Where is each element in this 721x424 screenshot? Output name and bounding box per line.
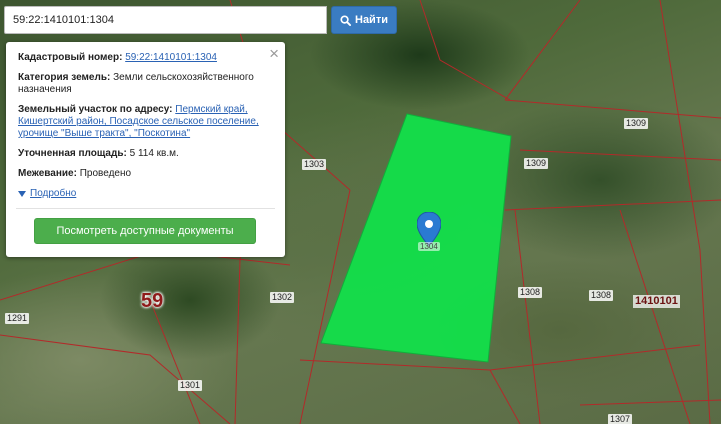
- boundary-line: [299, 359, 521, 424]
- parcel-label: 1301: [178, 380, 203, 391]
- boundary-line: [579, 399, 721, 406]
- survey-label: Межевание:: [18, 168, 77, 179]
- boundary-line: [419, 0, 511, 101]
- land-category-label: Категория земель:: [18, 72, 111, 83]
- survey-row: Межевание: Проведено: [18, 168, 273, 180]
- address-label: Земельный участок по адресу:: [18, 104, 173, 115]
- search-bar: Найти: [4, 6, 397, 34]
- parcel-label: 1308: [589, 290, 614, 301]
- parcel-label: 1309: [524, 158, 549, 169]
- parcel-label: 1308: [518, 287, 543, 298]
- boundary-line: [514, 209, 541, 424]
- parcel-label: 1302: [270, 292, 295, 303]
- parcel-label: 1291: [5, 313, 30, 324]
- search-icon: [340, 14, 351, 26]
- search-input[interactable]: [4, 6, 327, 34]
- boundary-line: [504, 99, 721, 119]
- search-button-label: Найти: [355, 14, 388, 26]
- cadastral-district-label: 59: [141, 290, 164, 312]
- address-row: Земельный участок по адресу: Пермский кр…: [18, 104, 273, 140]
- divider: [16, 208, 275, 209]
- land-category-row: Категория земель: Земли сельскохозяйстве…: [18, 72, 273, 96]
- area-label: Уточненная площадь:: [18, 148, 127, 159]
- cadastral-number-row: Кадастровый номер: 59:22:1410101:1304: [18, 52, 273, 64]
- area-value: 5 114 кв.м.: [129, 148, 179, 159]
- survey-value: Проведено: [79, 168, 132, 179]
- area-row: Уточненная площадь: 5 114 кв.м.: [18, 148, 273, 160]
- boundary-line: [504, 0, 581, 101]
- marker-label: 1304: [418, 242, 440, 251]
- parcel-info-panel: × Кадастровый номер: 59:22:1410101:1304 …: [6, 42, 285, 257]
- triangle-down-icon: [18, 190, 26, 197]
- boundary-line: [619, 209, 691, 424]
- search-button[interactable]: Найти: [331, 6, 397, 34]
- cadastral-number-label: Кадастровый номер:: [18, 52, 123, 63]
- details-toggle[interactable]: Подробно: [18, 188, 273, 199]
- close-icon[interactable]: ×: [269, 45, 279, 63]
- boundary-line: [519, 149, 721, 161]
- view-documents-button[interactable]: Посмотреть доступные документы: [34, 218, 256, 244]
- parcel-label: 1307: [608, 414, 633, 424]
- cadastral-quarter-label: 1410101: [633, 295, 680, 308]
- parcel-label: 1309: [624, 118, 649, 129]
- details-link[interactable]: Подробно: [30, 188, 76, 199]
- selected-parcel: [320, 113, 512, 363]
- boundary-line: [504, 199, 721, 211]
- parcel-label: 1303: [302, 159, 327, 170]
- boundary-line: [659, 0, 711, 424]
- cadastral-number-link[interactable]: 59:22:1410101:1304: [125, 52, 217, 63]
